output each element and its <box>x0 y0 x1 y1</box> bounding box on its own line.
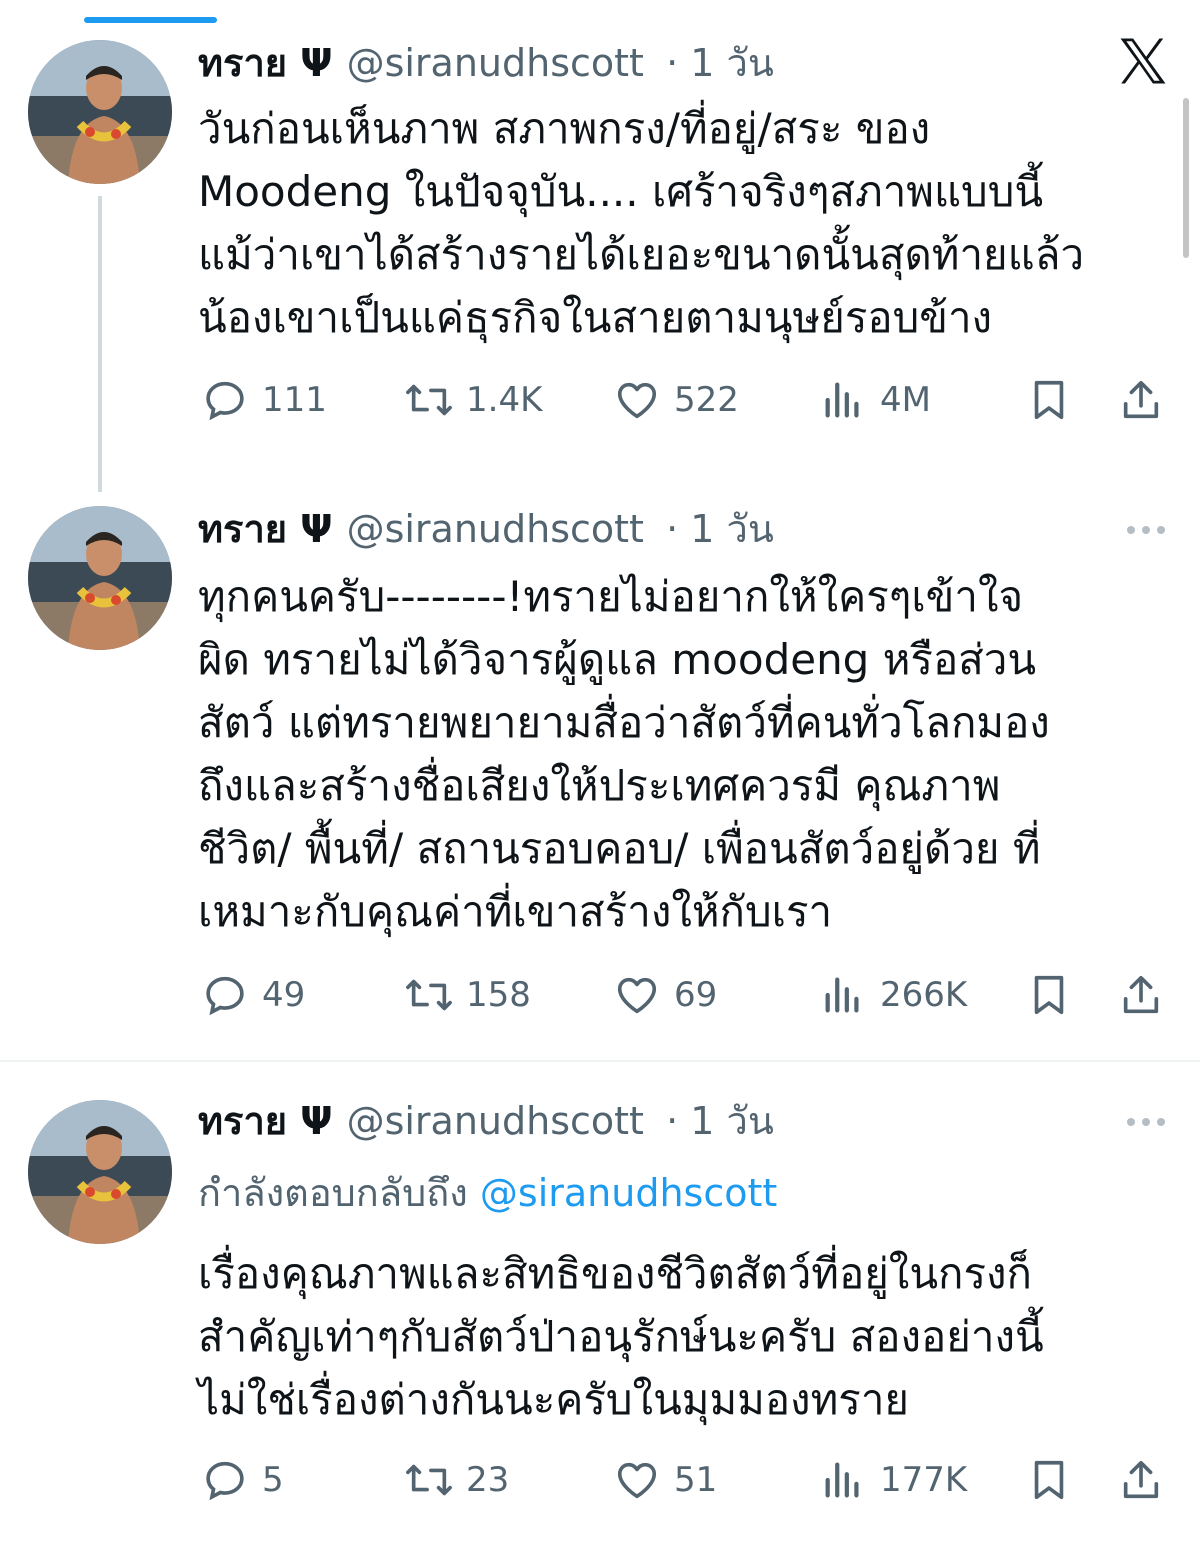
avatar[interactable] <box>28 506 172 650</box>
share-icon[interactable] <box>1118 377 1164 423</box>
replying-prefix: กำลังตอบกลับถึง <box>198 1171 468 1215</box>
display-name[interactable]: ทราย Ψ <box>198 41 333 85</box>
user-handle[interactable]: @siranudhscott <box>347 1099 644 1143</box>
avatar[interactable] <box>28 1100 172 1244</box>
like-button[interactable]: 522 <box>612 375 739 425</box>
reply-count: 5 <box>262 1460 284 1500</box>
reply-count: 111 <box>262 380 327 420</box>
tweet-2[interactable]: ทราย Ψ @siranudhscott · 1 วัน ทุกคนครับ--… <box>0 490 1200 1060</box>
tweet-line: แม้ว่าเขาได้สร้างรายได้เยอะขนาดนั้นสุดท้… <box>198 230 1085 279</box>
tweet-line: สำคัญเท่าๆกับสัตว์ป่าอนุรักษ์นะครับ สองอ… <box>198 1312 1044 1361</box>
views-bar-icon <box>818 375 868 425</box>
view-count: 177K <box>880 1460 968 1500</box>
tweet-header: ทราย Ψ @siranudhscott · 1 วัน <box>198 1093 774 1149</box>
user-handle[interactable]: @siranudhscott <box>347 507 644 551</box>
repost-count: 158 <box>466 975 531 1015</box>
like-count: 51 <box>674 1460 718 1500</box>
replying-to: กำลังตอบกลับถึง @siranudhscott <box>198 1165 777 1221</box>
tweet-line: วันก่อนเห็นภาพ สภาพกรง/ที่อยู่/สระ ของ <box>198 104 931 153</box>
reply-button[interactable]: 49 <box>200 970 305 1020</box>
tweet-line: ผิด ทรายไม่ได้วิจารผู้ดูแล moodeng หรือส… <box>198 635 1037 684</box>
tweet-time[interactable]: · 1 วัน <box>666 1099 774 1143</box>
repost-count: 23 <box>466 1460 510 1500</box>
views-button[interactable]: 4M <box>818 375 931 425</box>
tweet-text: ทุกคนครับ--------!ทรายไม่อยากให้ใครๆเข้า… <box>198 565 1158 943</box>
reply-bubble-icon <box>200 1455 250 1505</box>
repost-icon <box>404 375 454 425</box>
tweet-line: ชีวิต/ พื้นที่/ สถานรอบคอบ/ เพื่อนสัตว์อ… <box>198 824 1041 873</box>
tweet-header: ทราย Ψ @siranudhscott · 1 วัน <box>198 35 774 91</box>
share-icon[interactable] <box>1118 972 1164 1018</box>
like-count: 522 <box>674 380 739 420</box>
reply-button[interactable]: 111 <box>200 375 327 425</box>
mention-link[interactable]: @siranudhscott <box>480 1171 777 1215</box>
user-handle[interactable]: @siranudhscott <box>347 41 644 85</box>
bookmark-icon[interactable] <box>1026 1457 1072 1503</box>
reply-button[interactable]: 5 <box>200 1455 284 1505</box>
like-button[interactable]: 69 <box>612 970 717 1020</box>
more-dots-icon[interactable] <box>1124 1114 1168 1128</box>
tweet-line: Moodeng ในปัจจุบัน.... เศร้าจริงๆสภาพแบบ… <box>198 167 1044 216</box>
display-name[interactable]: ทราย Ψ <box>198 507 333 551</box>
tweet-line: ทุกคนครับ--------!ทรายไม่อยากให้ใครๆเข้า… <box>198 572 1024 621</box>
tweet-line: เหมาะกับคุณค่าที่เขาสร้างให้กับเรา <box>198 887 833 936</box>
share-icon[interactable] <box>1118 1457 1164 1503</box>
repost-icon <box>404 970 454 1020</box>
tweet-3[interactable]: ทราย Ψ @siranudhscott · 1 วัน กำลังตอบกลั… <box>0 1062 1200 1561</box>
tweet-text: วันก่อนเห็นภาพ สภาพกรง/ที่อยู่/สระ ของ M… <box>198 97 1158 349</box>
avatar[interactable] <box>28 40 172 184</box>
views-bar-icon <box>818 970 868 1020</box>
tweet-line: เรื่องคุณภาพและสิทธิของชีวิตสัตว์ที่อยู่… <box>198 1249 1032 1298</box>
x-logo-icon[interactable] <box>1116 34 1170 88</box>
display-name[interactable]: ทราย Ψ <box>198 1099 333 1143</box>
like-count: 69 <box>674 975 718 1015</box>
more-dots-icon[interactable] <box>1124 522 1168 536</box>
tweet-line: น้องเขาเป็นแค่ธุรกิจในสายตามนุษย์รอบข้าง <box>198 293 993 342</box>
reply-bubble-icon <box>200 970 250 1020</box>
repost-button[interactable]: 1.4K <box>404 375 542 425</box>
views-button[interactable]: 177K <box>818 1455 967 1505</box>
like-button[interactable]: 51 <box>612 1455 717 1505</box>
views-button[interactable]: 266K <box>818 970 967 1020</box>
heart-icon <box>612 375 662 425</box>
reply-count: 49 <box>262 975 306 1015</box>
tweet-time[interactable]: · 1 วัน <box>666 507 774 551</box>
views-bar-icon <box>818 1455 868 1505</box>
tweet-line: ไม่ใช่เรื่องต่างกันนะครับในมุมมองทราย <box>198 1375 910 1424</box>
bookmark-icon[interactable] <box>1026 377 1072 423</box>
bookmark-icon[interactable] <box>1026 972 1072 1018</box>
tweet-1[interactable]: ทราย Ψ @siranudhscott · 1 วัน วันก่อนเห็น… <box>0 0 1200 470</box>
heart-icon <box>612 1455 662 1505</box>
view-count: 266K <box>880 975 968 1015</box>
repost-button[interactable]: 158 <box>404 970 531 1020</box>
view-count: 4M <box>880 380 931 420</box>
tweet-time[interactable]: · 1 วัน <box>666 41 774 85</box>
reply-bubble-icon <box>200 375 250 425</box>
repost-button[interactable]: 23 <box>404 1455 509 1505</box>
tweet-line: ถึงและสร้างชื่อเสียงให้ประเทศควรมี คุณภา… <box>198 761 1001 810</box>
repost-icon <box>404 1455 454 1505</box>
repost-count: 1.4K <box>466 380 543 420</box>
heart-icon <box>612 970 662 1020</box>
tweet-line: สัตว์ แต่ทรายพยายามสื่อว่าสัตว์ที่คนทั่ว… <box>198 698 1050 747</box>
tweet-header: ทราย Ψ @siranudhscott · 1 วัน <box>198 501 774 557</box>
tweet-text: เรื่องคุณภาพและสิทธิของชีวิตสัตว์ที่อยู่… <box>198 1242 1158 1431</box>
